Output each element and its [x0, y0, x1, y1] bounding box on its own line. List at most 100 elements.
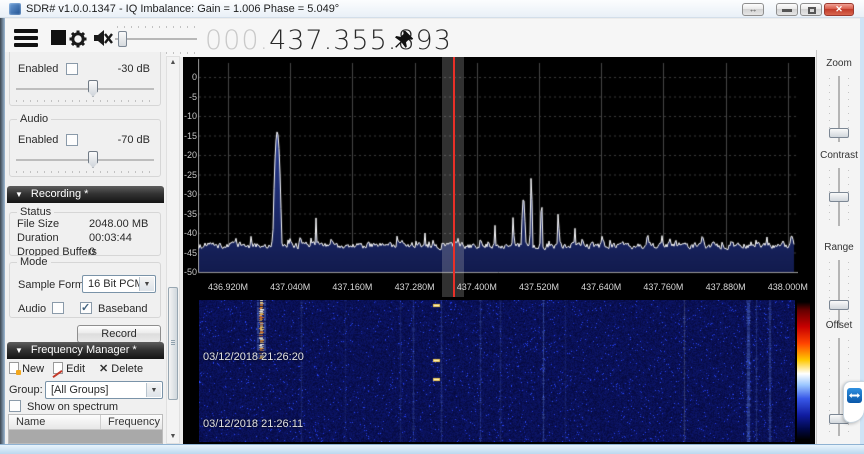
window-left-border [0, 18, 5, 454]
range-slider-thumb[interactable] [829, 300, 849, 310]
freq-axis-label: 437.640M [581, 282, 622, 292]
waterfall-timestamp: 03/12/2018 21:26:20 [203, 351, 304, 363]
table-header-name[interactable]: Name [9, 415, 101, 429]
if-gain-slider[interactable] [16, 80, 154, 98]
spectrum-plot[interactable] [198, 57, 798, 297]
dock-window-button[interactable]: ↔ [742, 3, 764, 16]
audio-enabled-label: Enabled [18, 134, 59, 146]
control-sidebar: IF Enabled -30 dB Audio Enabled -70 dB ▼… [5, 52, 166, 444]
record-audio-checkbox[interactable] [52, 302, 64, 314]
freq-axis-label: 437.880M [705, 282, 746, 292]
sidebar-scrollbar[interactable]: ▲ ▼ [166, 56, 180, 444]
chevron-down-icon: ▼ [139, 277, 154, 291]
volume-slider-thumb[interactable] [118, 31, 127, 47]
scrollbar-thumb[interactable] [168, 287, 178, 400]
range-slider[interactable] [817, 260, 861, 328]
mute-speaker-icon[interactable] [90, 26, 114, 50]
db-axis-label: -50 [183, 267, 197, 277]
fm-edit-button[interactable]: Edit [53, 362, 85, 375]
audio-slider-thumb[interactable] [88, 151, 98, 168]
contrast-slider[interactable] [817, 168, 861, 226]
freq-axis-label: 438.000M [767, 282, 808, 292]
fm-delete-button[interactable]: ✕ Delete [99, 362, 143, 375]
slider-ticks [117, 26, 195, 28]
if-slider-thumb[interactable] [88, 80, 98, 97]
db-axis-label: -20 [183, 150, 197, 160]
db-axis-label: -10 [183, 111, 197, 121]
db-axis-label: -35 [183, 208, 197, 219]
db-axis-label: -40 [183, 228, 197, 238]
minimize-button[interactable] [776, 3, 798, 16]
frequency-manager-header[interactable]: ▼ Frequency Manager * [7, 342, 164, 359]
sample-format-dropdown[interactable]: 16 Bit PCM ▼ [82, 275, 156, 293]
spectrum-analyzer[interactable]: 0 -5 -10 -15 -20 -25 -30 -35 -40 -45 -50 436.920M 4… [183, 57, 815, 299]
recording-panel-header[interactable]: ▼ Recording * [7, 186, 164, 203]
freq-axis-label: 437.760M [643, 282, 684, 292]
zoom-slider[interactable] [817, 76, 861, 142]
freq-axis-label: 437.040M [270, 282, 311, 292]
edit-pencil-icon [53, 362, 63, 374]
status-row: File Size 2048.00 MB [17, 218, 149, 230]
status-row: Duration 00:03:44 [17, 232, 132, 244]
maximize-button[interactable] [800, 3, 822, 16]
record-baseband-label: Baseband [98, 303, 148, 315]
offset-slider-label: Offset [825, 320, 853, 331]
frequency-table[interactable]: Name Frequency [8, 414, 163, 444]
range-slider-label: Range [824, 242, 854, 253]
show-on-spectrum-label: Show on spectrum [27, 401, 119, 413]
pin-icon[interactable] [393, 29, 415, 51]
db-axis-label: -5 [188, 91, 197, 102]
app-icon [9, 2, 21, 15]
title-bar[interactable]: SDR# v1.0.0.1347 - IQ Imbalance: Gain = … [0, 0, 864, 18]
db-axis-label: -25 [183, 169, 197, 180]
zoom-slider-label: Zoom [826, 58, 852, 69]
chevron-down-icon: ▼ [146, 383, 161, 397]
if-enabled-checkbox[interactable] [66, 63, 78, 75]
record-audio-label: Audio [18, 303, 47, 315]
contrast-slider-thumb[interactable] [829, 192, 849, 202]
db-axis-label: -30 [183, 189, 197, 199]
frequency-digits[interactable]: 437.355.893 [269, 25, 452, 56]
duration-value: 00:03:44 [89, 232, 132, 244]
mode-group-label: Mode [17, 256, 51, 268]
frequency-dim-digits[interactable]: 000. [205, 25, 269, 56]
audio-enabled-checkbox[interactable] [66, 134, 78, 146]
zoom-slider-thumb[interactable] [829, 128, 849, 138]
menu-hamburger-icon[interactable] [14, 26, 38, 50]
teamviewer-icon [847, 388, 862, 403]
gear-icon[interactable] [66, 26, 90, 50]
close-button[interactable]: ✕ [824, 3, 854, 16]
if-enabled-label: Enabled [18, 63, 59, 75]
waterfall-display[interactable]: 03/12/2018 21:26:20 03/12/2018 21:26:11 [183, 299, 815, 444]
if-gain-value: -30 dB [117, 63, 150, 75]
tuned-frequency-line[interactable] [452, 57, 455, 297]
sdrsharp-window: SDR# v1.0.0.1347 - IQ Imbalance: Gain = … [0, 0, 864, 454]
scroll-up-icon[interactable]: ▲ [167, 57, 179, 69]
dropped-buffers-value: 0 [89, 246, 96, 258]
fm-new-button[interactable]: New [9, 362, 44, 375]
audio-group-label: Audio [17, 113, 52, 125]
scroll-down-icon[interactable]: ▼ [167, 431, 179, 443]
freq-axis-label: 437.160M [332, 282, 373, 292]
fm-group-dropdown[interactable]: [All Groups] ▼ [45, 381, 163, 399]
waterfall-color-legend [797, 302, 810, 440]
table-header-frequency[interactable]: Frequency [101, 415, 160, 429]
audio-gain-slider[interactable] [16, 151, 154, 169]
status-group-label: Status [17, 206, 55, 218]
delete-x-icon: ✕ [99, 363, 109, 375]
new-page-icon [9, 362, 21, 375]
db-axis-label: 0 [191, 72, 197, 82]
recording-mode-group: Mode Sample Format 16 Bit PCM▼ Audio Bas… [9, 256, 161, 318]
window-bottom-border [0, 444, 864, 454]
freq-axis-label: 437.520M [518, 282, 560, 292]
volume-slider[interactable] [115, 26, 197, 54]
teamviewer-side-tab[interactable] [843, 381, 864, 423]
if-group: IF Enabled -30 dB [9, 52, 161, 106]
show-on-spectrum-checkbox[interactable] [9, 400, 21, 412]
record-baseband-checkbox[interactable] [80, 301, 92, 314]
if-group-label: IF [17, 52, 33, 54]
file-size-value: 2048.00 MB [89, 218, 149, 230]
record-button[interactable]: Record [77, 325, 161, 343]
collapse-triangle-icon: ▼ [15, 346, 23, 355]
freq-axis-label: 436.920M [207, 282, 249, 292]
